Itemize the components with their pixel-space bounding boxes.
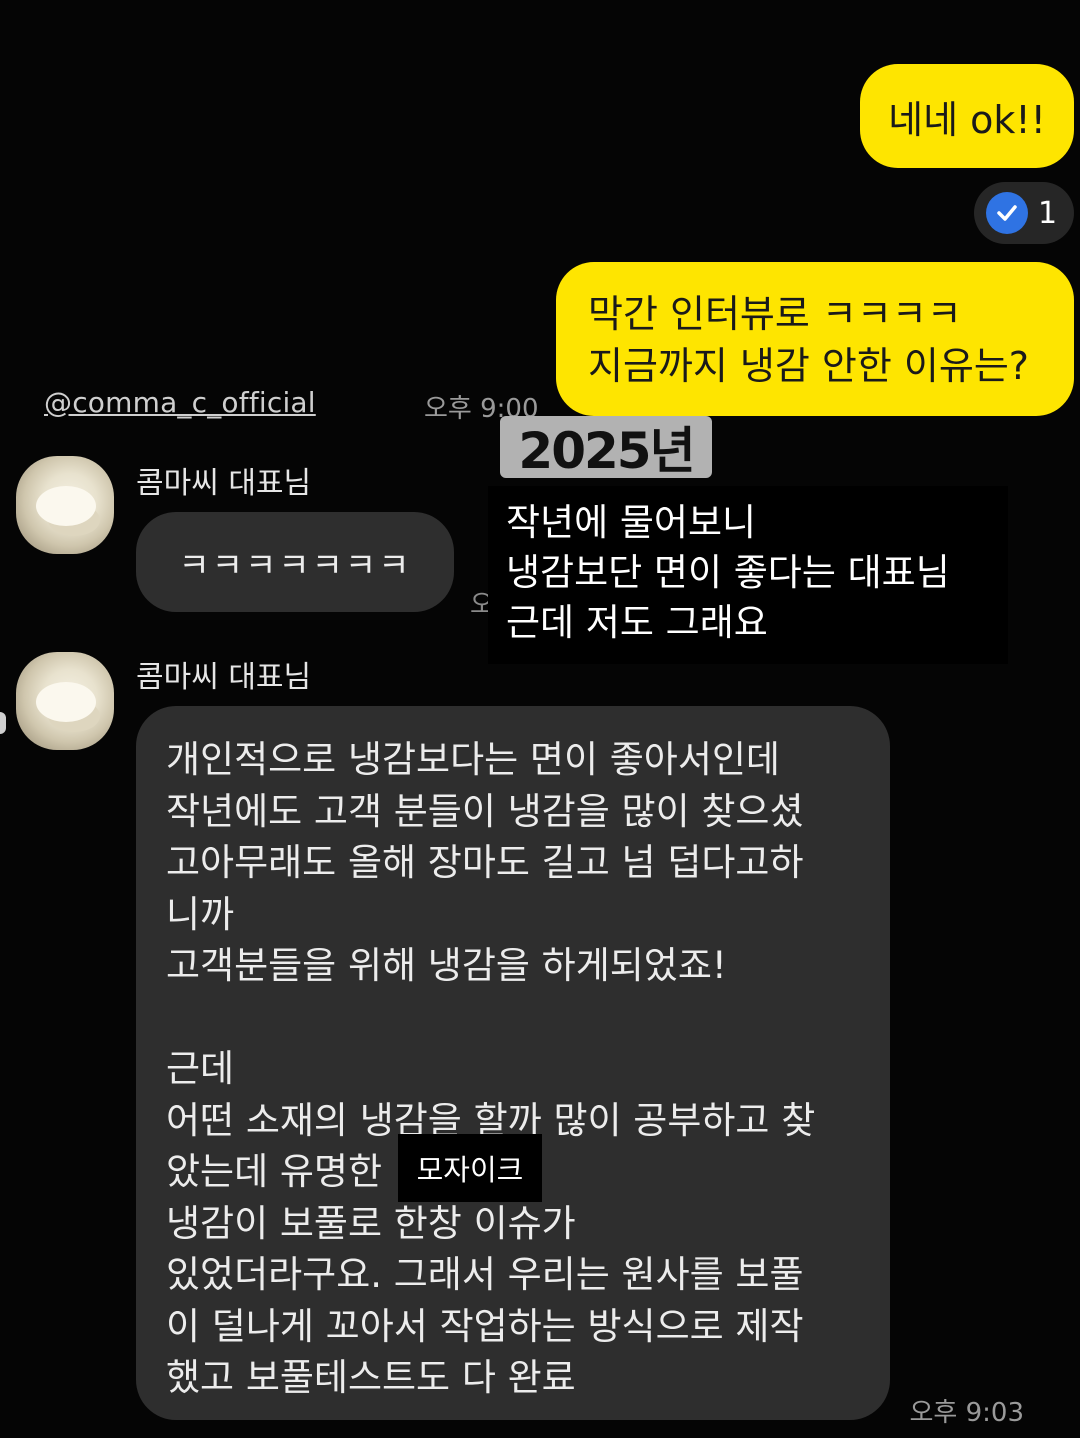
avatar[interactable] — [16, 456, 114, 554]
message-line: 막간 인터뷰로 ㅋㅋㅋㅋ — [588, 292, 962, 336]
caption-line: 냉감보단 면이 좋다는 대표님 — [506, 551, 950, 594]
message-text: 네네 ok!! — [888, 97, 1046, 142]
message-line: 지금까지 냉감 안한 이유는? — [588, 344, 1029, 388]
message-line: 있었더라구요. 그래서 우리는 원사를 보풀 — [166, 1253, 804, 1296]
sender-name: 콤마씨 대표님 — [136, 660, 312, 695]
message-line: 고아무래도 올해 장마도 길고 넘 덥다고하 — [166, 841, 804, 884]
outgoing-message-bubble[interactable]: 막간 인터뷰로 ㅋㅋㅋㅋ 지금까지 냉감 안한 이유는? — [556, 262, 1074, 416]
caption-overlay: 작년에 물어보니 냉감보단 면이 좋다는 대표님 근데 저도 그래요 — [488, 486, 1008, 664]
message-line: 근데 — [166, 1047, 235, 1090]
message-line: 개인적으로 냉감보다는 면이 좋아서인데 — [166, 738, 780, 781]
caption-line: 작년에 물어보니 — [506, 501, 757, 544]
message-line: 냉감이 보풀로 한창 이슈가 — [166, 1201, 576, 1245]
check-icon — [986, 192, 1028, 234]
incoming-message-bubble[interactable]: 개인적으로 냉감보다는 면이 좋아서인데 작년에도 고객 분들이 냉감을 많이 … — [136, 706, 890, 1420]
edge-indicator — [0, 712, 6, 734]
caption-line: 근데 저도 그래요 — [506, 601, 768, 644]
year-badge: 2025년 — [500, 416, 712, 480]
sender-name: 콤마씨 대표님 — [136, 466, 312, 501]
message-line: 이 덜나게 꼬아서 작업하는 방식으로 제작 — [166, 1304, 804, 1348]
message-line: 고객분들을 위해 냉감을 하게되었죠! — [166, 944, 727, 987]
chat-screen: 네네 ok!! 1 막간 인터뷰로 ㅋㅋㅋㅋ 지금까지 냉감 안한 이유는? @… — [0, 0, 1080, 1438]
message-time: 오후 9:03 — [909, 1398, 1025, 1428]
message-line: 작년에도 고객 분들이 냉감을 많이 찾으셨 — [166, 789, 804, 833]
message-text: ㅋㅋㅋㅋㅋㅋㅋ — [178, 545, 412, 586]
avatar[interactable] — [16, 652, 114, 750]
message-line: 했고 보풀테스트도 다 완료 — [166, 1356, 576, 1399]
mosaic-censor-label: 모자이크 — [398, 1134, 542, 1202]
read-count: 1 — [1038, 195, 1058, 231]
account-handle: @comma_c_official — [44, 386, 316, 419]
message-line — [166, 992, 890, 1044]
incoming-message-bubble[interactable]: ㅋㅋㅋㅋㅋㅋㅋ — [136, 512, 454, 612]
message-line: 니까 — [166, 892, 235, 936]
outgoing-message-bubble[interactable]: 네네 ok!! — [860, 64, 1074, 168]
read-receipt[interactable]: 1 — [974, 182, 1074, 244]
